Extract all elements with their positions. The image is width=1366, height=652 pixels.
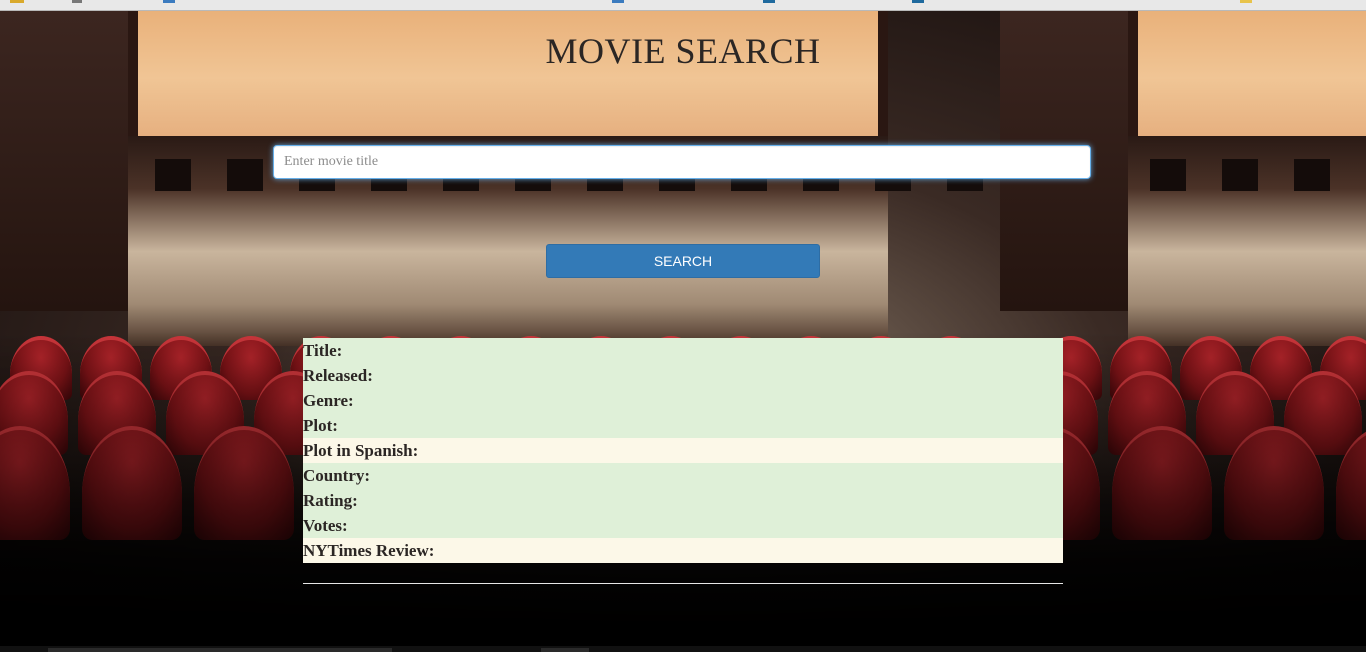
detail-row: Released: — [303, 363, 1063, 388]
bookmark-icon[interactable] — [763, 0, 775, 3]
bottom-edge — [0, 646, 1366, 652]
bookmark-icon[interactable] — [912, 0, 924, 3]
detail-row: Title: — [303, 338, 1063, 363]
bookmark-icon[interactable] — [163, 0, 175, 3]
detail-row: Country: — [303, 463, 1063, 488]
detail-row: Plot: — [303, 413, 1063, 438]
page-title: MOVIE SEARCH — [545, 31, 821, 71]
star-icon[interactable] — [72, 0, 82, 3]
search-button[interactable]: SEARCH — [546, 244, 820, 278]
detail-row: Rating: — [303, 488, 1063, 513]
apps-icon[interactable] — [10, 0, 24, 3]
movie-details-list: Title: Released: Genre: Plot: Plot in Spanis… — [303, 338, 1063, 563]
detail-row: Genre: — [303, 388, 1063, 413]
divider — [303, 583, 1063, 584]
browser-bookmarks-bar — [0, 0, 1366, 11]
movie-title-input[interactable] — [273, 145, 1091, 179]
detail-row: Plot in Spanish: — [303, 438, 1063, 463]
bookmark-icon[interactable] — [612, 0, 624, 3]
detail-row: Votes: — [303, 513, 1063, 538]
folder-icon[interactable] — [1240, 0, 1252, 3]
detail-row: NYTimes Review: — [303, 538, 1063, 563]
